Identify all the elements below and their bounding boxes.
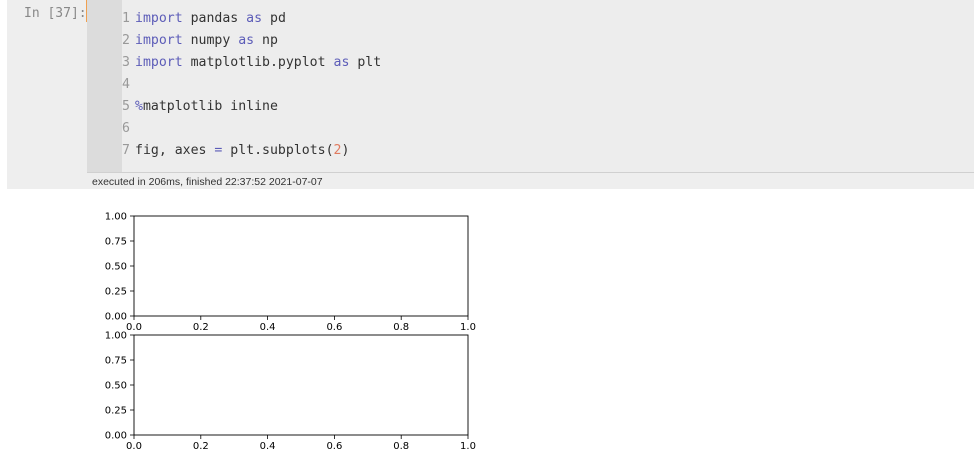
x-tick-label: 0.2: [193, 322, 209, 333]
figure-output: 0.0 0.2 0.4 0.6 0.8 1.00.000.250.500.751.000.…: [105, 212, 476, 453]
y-tick-label: 0.00: [105, 312, 127, 323]
y-tick-label: 0.75: [105, 237, 127, 248]
subplot-axes-2: 0.0 0.2 0.4 0.6 0.8 1.0 0.00 0.25 0.50 0.75 1.00: [105, 331, 476, 453]
y-tick-label: 0.25: [105, 287, 127, 298]
x-tick-label: 1.0: [460, 322, 476, 333]
y-tick-label: 0.25: [105, 406, 127, 417]
x-tick-label: 0.0: [126, 322, 142, 333]
y-tick-label: 0.50: [105, 262, 127, 273]
y-tick-label: 1.00: [105, 212, 127, 223]
x-tick-label: 0.4: [260, 441, 276, 452]
y-tick-label: 0.00: [105, 431, 127, 442]
x-tick-label: 0.6: [326, 441, 342, 452]
x-tick-label: 1.0: [460, 441, 476, 452]
x-tick-label: 0.0: [126, 441, 142, 452]
axes-frame: [133, 215, 469, 317]
x-tick-label: 0.4: [260, 322, 276, 333]
y-tick-label: 0.50: [105, 381, 127, 392]
x-tick-label: 0.2: [193, 441, 209, 452]
axes-frame: [133, 334, 469, 436]
x-tick-label: 0.8: [393, 441, 409, 452]
y-tick-label: 1.00: [105, 331, 127, 342]
y-tick-label: 0.75: [105, 356, 127, 367]
x-tick-label: 0.6: [326, 322, 342, 333]
x-tick-label: 0.8: [393, 322, 409, 333]
subplot-axes-1: 0.0 0.2 0.4 0.6 0.8 1.0 0.00 0.25 0.50 0.75 1.00: [105, 212, 476, 334]
